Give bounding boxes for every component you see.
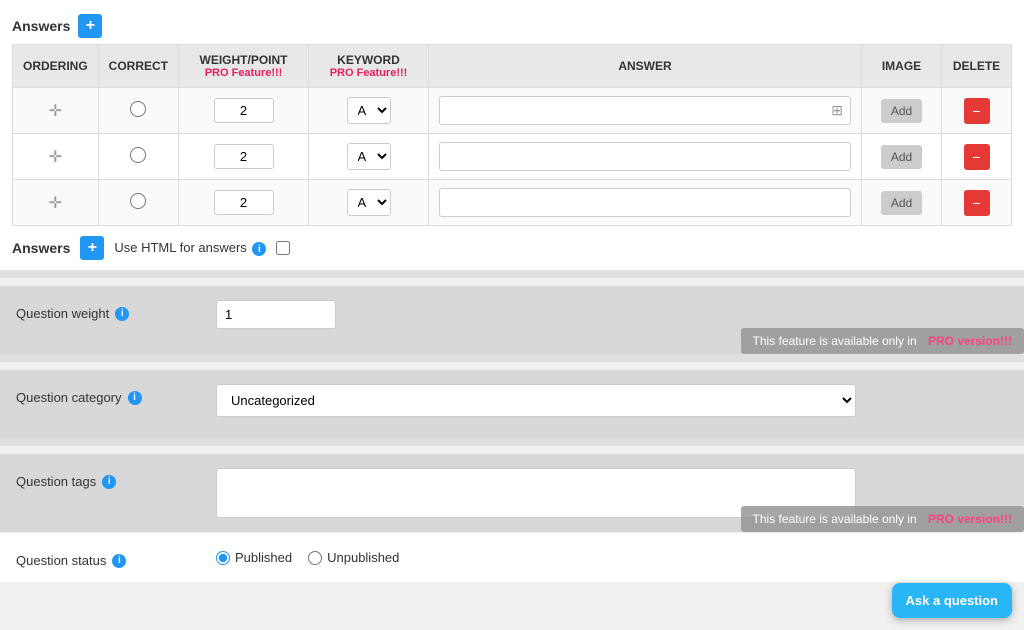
row1-correct bbox=[98, 88, 178, 134]
answers-table-section: Answers + ORDERING CORRECT WEIGHT/POINT … bbox=[0, 0, 1024, 226]
status-option-unpublished[interactable]: Unpublished bbox=[308, 550, 399, 565]
ask-question-button[interactable]: Ask a question bbox=[892, 583, 1012, 618]
delete-btn-2[interactable]: − bbox=[964, 144, 990, 170]
add-image-btn-2[interactable]: Add bbox=[881, 145, 922, 169]
tags-pro-notice: This feature is available only in PRO ve… bbox=[741, 506, 1024, 532]
weight-info-icon: i bbox=[115, 307, 129, 321]
question-status-section: Question status i Published Unpublished bbox=[0, 532, 1024, 582]
question-weight-input[interactable] bbox=[216, 300, 336, 329]
row3-image: Add bbox=[862, 180, 942, 226]
correct-radio-3[interactable] bbox=[130, 193, 146, 209]
table-row: ✛ ABC Add bbox=[13, 134, 1012, 180]
col-header-ordering: ORDERING bbox=[13, 45, 99, 88]
answers-top-header: Answers + bbox=[12, 8, 1012, 44]
row3-keyword: ABC bbox=[309, 180, 429, 226]
keyword-select-3[interactable]: ABC bbox=[347, 189, 391, 216]
row2-correct bbox=[98, 134, 178, 180]
answers-table: ORDERING CORRECT WEIGHT/POINT PRO Featur… bbox=[12, 44, 1012, 226]
question-category-row: Question category i Uncategorized bbox=[16, 384, 1008, 424]
drag-handle-icon[interactable]: ✛ bbox=[49, 103, 62, 120]
row3-answer bbox=[429, 180, 862, 226]
table-row: ✛ ABC Add bbox=[13, 180, 1012, 226]
media-icon-1: ⊞ bbox=[831, 102, 843, 119]
add-image-btn-1[interactable]: Add bbox=[881, 99, 922, 123]
question-tags-label: Question tags i bbox=[16, 468, 196, 489]
keyword-select-1[interactable]: ABC bbox=[347, 97, 391, 124]
weight-input-3[interactable] bbox=[214, 190, 274, 215]
row2-delete: − bbox=[942, 134, 1012, 180]
answers-footer: Answers + Use HTML for answers i bbox=[0, 226, 1024, 270]
row1-delete: − bbox=[942, 88, 1012, 134]
row3-ordering: ✛ bbox=[13, 180, 99, 226]
row1-ordering: ✛ bbox=[13, 88, 99, 134]
question-weight-label: Question weight i bbox=[16, 300, 196, 321]
row1-answer: ⊞ bbox=[429, 88, 862, 134]
keyword-pro-label: PRO Feature!!! bbox=[319, 67, 418, 79]
status-options: Published Unpublished bbox=[216, 550, 399, 565]
col-header-answer: ANSWER bbox=[429, 45, 862, 88]
table-row: ✛ ABC ⊞ bbox=[13, 88, 1012, 134]
weight-input-1[interactable] bbox=[214, 98, 274, 123]
row3-correct bbox=[98, 180, 178, 226]
row1-weight bbox=[179, 88, 309, 134]
delete-btn-1[interactable]: − bbox=[964, 98, 990, 124]
weight-pro-highlight: PRO version!!! bbox=[928, 334, 1012, 348]
question-weight-control bbox=[216, 300, 1008, 329]
row2-ordering: ✛ bbox=[13, 134, 99, 180]
divider-1 bbox=[0, 270, 1024, 278]
row3-weight bbox=[179, 180, 309, 226]
divider-2 bbox=[0, 354, 1024, 362]
tags-pro-highlight: PRO version!!! bbox=[928, 512, 1012, 526]
answer-input-1[interactable] bbox=[439, 96, 851, 125]
status-info-icon: i bbox=[112, 554, 126, 568]
html-info-icon: i bbox=[252, 242, 266, 256]
row2-keyword: ABC bbox=[309, 134, 429, 180]
weight-pro-notice: This feature is available only in PRO ve… bbox=[741, 328, 1024, 354]
answers-footer-title: Answers bbox=[12, 240, 70, 256]
answer-input-3[interactable] bbox=[439, 188, 851, 217]
status-radio-published[interactable] bbox=[216, 551, 230, 565]
row2-answer bbox=[429, 134, 862, 180]
divider-3 bbox=[0, 438, 1024, 446]
row3-delete: − bbox=[942, 180, 1012, 226]
question-category-section: Question category i Uncategorized bbox=[0, 370, 1024, 438]
row1-keyword: ABC bbox=[309, 88, 429, 134]
col-header-correct: CORRECT bbox=[98, 45, 178, 88]
drag-handle-icon[interactable]: ✛ bbox=[49, 195, 62, 212]
weight-pro-label: PRO Feature!!! bbox=[189, 67, 298, 79]
col-header-weight: WEIGHT/POINT PRO Feature!!! bbox=[179, 45, 309, 88]
add-image-btn-3[interactable]: Add bbox=[881, 191, 922, 215]
keyword-select-2[interactable]: ABC bbox=[347, 143, 391, 170]
question-category-control: Uncategorized bbox=[216, 384, 1008, 417]
tags-info-icon: i bbox=[102, 475, 116, 489]
answer-input-2[interactable] bbox=[439, 142, 851, 171]
drag-handle-icon[interactable]: ✛ bbox=[49, 149, 62, 166]
question-tags-section: Question tags i This feature is availabl… bbox=[0, 454, 1024, 532]
row1-image: Add bbox=[862, 88, 942, 134]
category-select[interactable]: Uncategorized bbox=[216, 384, 856, 417]
html-checkbox[interactable] bbox=[276, 241, 290, 255]
correct-radio-1[interactable] bbox=[130, 101, 146, 117]
correct-radio-2[interactable] bbox=[130, 147, 146, 163]
col-header-delete: DELETE bbox=[942, 45, 1012, 88]
question-category-label: Question category i bbox=[16, 384, 196, 405]
col-header-keyword: KEYWORD PRO Feature!!! bbox=[309, 45, 429, 88]
delete-btn-3[interactable]: − bbox=[964, 190, 990, 216]
weight-input-2[interactable] bbox=[214, 144, 274, 169]
html-answers-label: Use HTML for answers i bbox=[114, 240, 266, 257]
row2-image: Add bbox=[862, 134, 942, 180]
answers-title: Answers bbox=[12, 18, 70, 34]
status-option-published[interactable]: Published bbox=[216, 550, 292, 565]
question-weight-section: Question weight i This feature is availa… bbox=[0, 286, 1024, 354]
row2-weight bbox=[179, 134, 309, 180]
add-answer-button-bottom[interactable]: + bbox=[80, 236, 104, 260]
col-header-image: IMAGE bbox=[862, 45, 942, 88]
status-radio-unpublished[interactable] bbox=[308, 551, 322, 565]
question-status-label: Question status i bbox=[16, 547, 196, 568]
category-info-icon: i bbox=[128, 391, 142, 405]
add-answer-button-top[interactable]: + bbox=[78, 14, 102, 38]
